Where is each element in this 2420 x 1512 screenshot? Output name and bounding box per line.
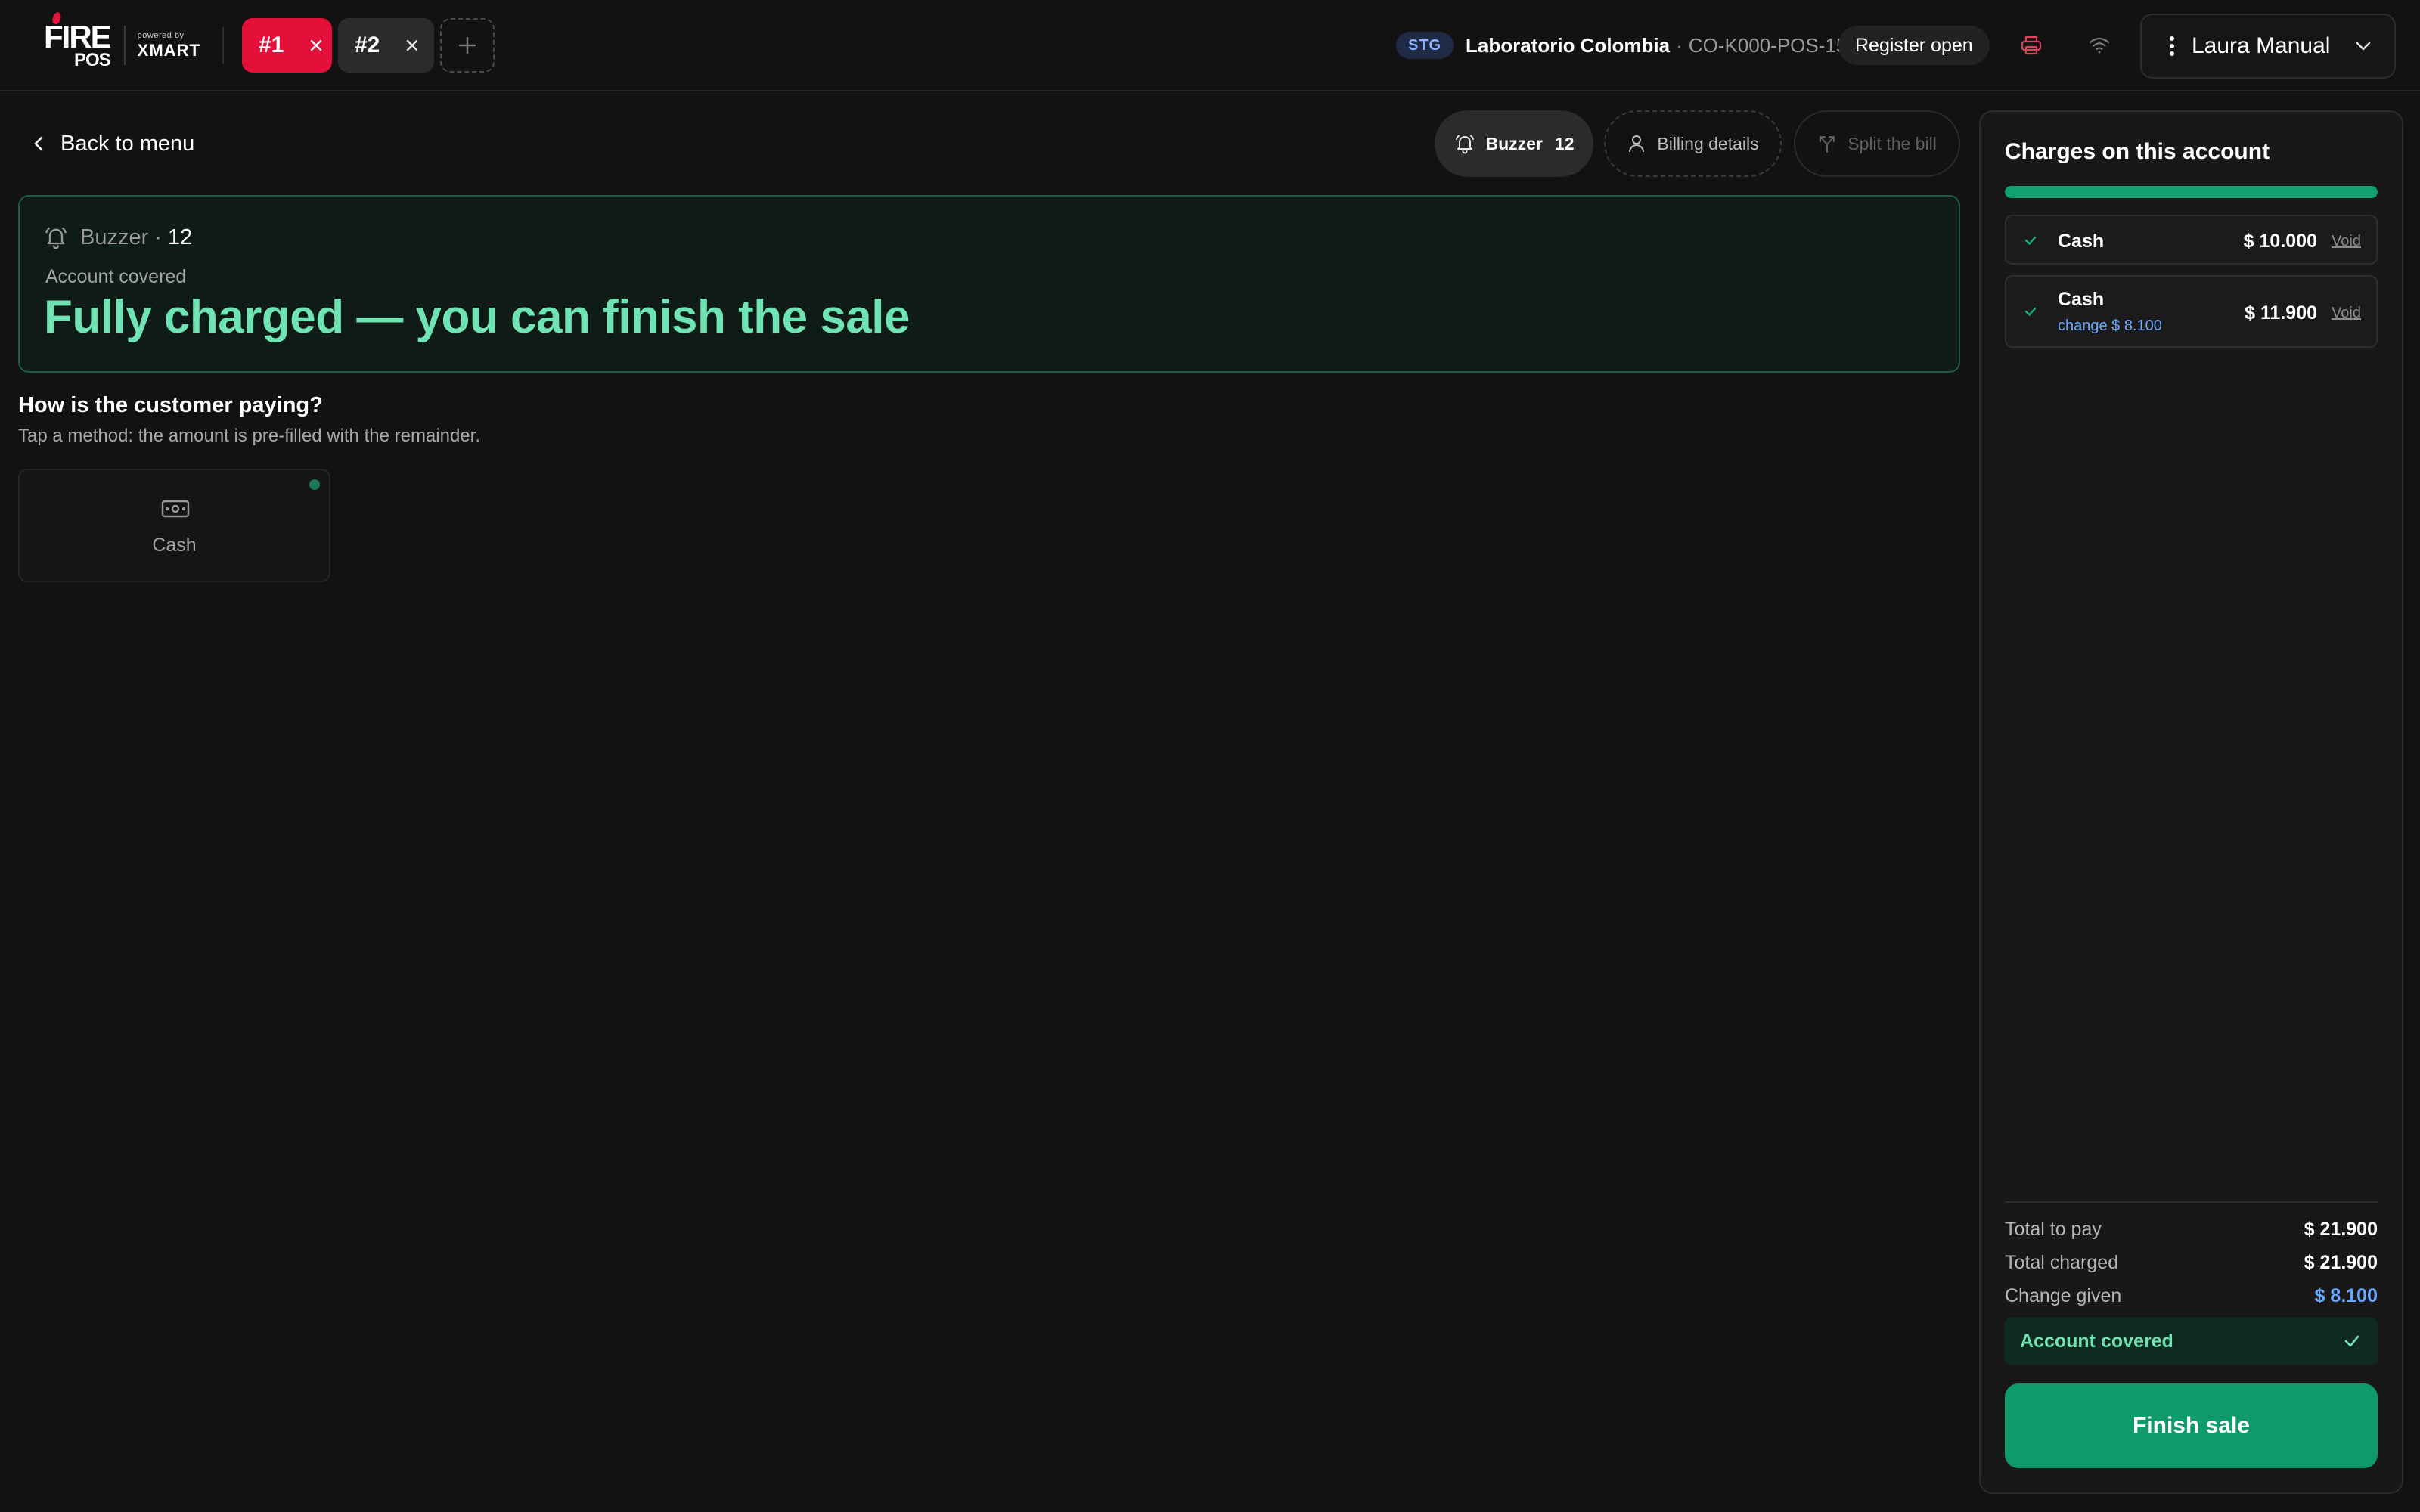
total-to-pay-row: Total to pay $ 21.900 <box>2005 1218 2378 1240</box>
top-bar: FIRE POS powered by XMART #1 #2 STG Labo… <box>0 0 2420 91</box>
add-ticket-button[interactable] <box>440 18 495 73</box>
wifi-icon <box>2087 33 2111 57</box>
ticket-tab-label: #1 <box>259 33 284 57</box>
user-name: Laura Manual <box>2192 33 2331 58</box>
chevron-left-icon <box>33 135 44 152</box>
environment-badge: STG <box>1396 32 1454 59</box>
account-status-card: Buzzer · 12 Account covered Fully charge… <box>18 195 1960 373</box>
buzzer-button[interactable]: Buzzer 12 <box>1435 110 1593 177</box>
split-icon <box>1817 134 1837 153</box>
printer-button[interactable] <box>2015 29 2048 62</box>
split-bill-button[interactable]: Split the bill <box>1794 110 1960 177</box>
covered-label: Account covered <box>45 266 187 287</box>
check-icon <box>2023 233 2038 248</box>
billing-label: Billing details <box>1657 133 1759 153</box>
finish-sale-button[interactable]: Finish sale <box>2005 1383 2378 1468</box>
logo-wordmark: FIRE POS <box>44 11 112 70</box>
device-id: CO-K000-POS-15 <box>1688 33 1848 57</box>
payment-question: How is the customer paying? <box>18 393 323 417</box>
charge-amount: $ 10.000 <box>2243 231 2317 252</box>
billing-details-button[interactable]: Billing details <box>1604 110 1782 177</box>
void-link[interactable]: Void <box>2332 233 2361 250</box>
total-to-pay-value: $ 21.900 <box>2304 1218 2378 1240</box>
charge-method: Cash <box>2058 289 2105 310</box>
method-label: Cash <box>152 534 197 556</box>
logo-divider <box>123 26 126 65</box>
charge-item: Cash change $ 8.100 $ 11.900 Void <box>2005 275 2378 348</box>
charges-panel: Charges on this account Cash $ 10.000 Vo… <box>1979 110 2403 1494</box>
back-label: Back to menu <box>60 131 195 156</box>
printer-icon <box>2019 33 2043 57</box>
network-status[interactable] <box>2083 29 2116 62</box>
close-icon[interactable] <box>309 39 323 52</box>
more-vertical-icon[interactable] <box>2169 35 2175 57</box>
selected-indicator <box>309 479 320 490</box>
total-charged-row: Total charged $ 21.900 <box>2005 1251 2378 1273</box>
charge-amount: $ 11.900 <box>2245 302 2317 324</box>
buzzer-number: 12 <box>167 225 193 249</box>
plus-icon <box>458 36 477 55</box>
buzzer-label: Buzzer <box>1485 133 1543 153</box>
total-charged-value: $ 21.900 <box>2304 1251 2378 1273</box>
charge-method: Cash <box>2058 231 2105 252</box>
check-icon <box>2023 304 2038 319</box>
change-given-row: Change given $ 8.100 <box>2005 1284 2378 1306</box>
partner-logo: powered by XMART <box>137 31 200 60</box>
payment-method-cash[interactable]: Cash <box>18 469 330 582</box>
cash-icon <box>160 497 191 520</box>
status-headline: Fully charged — you can finish the sale <box>44 291 911 343</box>
back-to-menu-link[interactable]: Back to menu <box>33 124 194 163</box>
chevron-down-icon <box>2355 41 2372 51</box>
store-name: Laboratorio Colombia <box>1466 33 1671 57</box>
buzzer-number: 12 <box>1554 133 1575 153</box>
account-covered-badge: Account covered <box>2005 1318 2378 1365</box>
charges-title: Charges on this account <box>2005 139 2270 164</box>
store-info: Laboratorio Colombia · CO-K000-POS-15 <box>1466 33 1848 57</box>
check-icon <box>2343 1332 2361 1350</box>
ticket-tab-1[interactable]: #1 <box>242 18 332 73</box>
void-link[interactable]: Void <box>2332 305 2361 322</box>
change-note: change $ 8.100 <box>2058 318 2162 334</box>
bell-icon <box>44 225 68 249</box>
change-given-value: $ 8.100 <box>2314 1284 2378 1306</box>
split-label: Split the bill <box>1848 133 1937 153</box>
bell-icon <box>1454 133 1475 154</box>
buzzer-info: Buzzer · 12 <box>44 222 192 253</box>
user-menu[interactable]: Laura Manual <box>2140 14 2396 79</box>
payment-progress-bar <box>2005 186 2378 198</box>
progress-fill <box>2005 186 2378 198</box>
user-icon <box>1627 134 1646 153</box>
ticket-tab-2[interactable]: #2 <box>338 18 434 73</box>
charge-item: Cash $ 10.000 Void <box>2005 215 2378 265</box>
ticket-tab-label: #2 <box>355 33 380 57</box>
totals-divider <box>2005 1201 2378 1203</box>
payment-hint: Tap a method: the amount is pre-filled w… <box>18 426 480 446</box>
register-status[interactable]: Register open <box>1838 26 1990 65</box>
close-icon[interactable] <box>405 39 419 52</box>
header-divider <box>222 27 224 64</box>
firepos-logo: FIRE POS powered by XMART <box>44 11 200 76</box>
